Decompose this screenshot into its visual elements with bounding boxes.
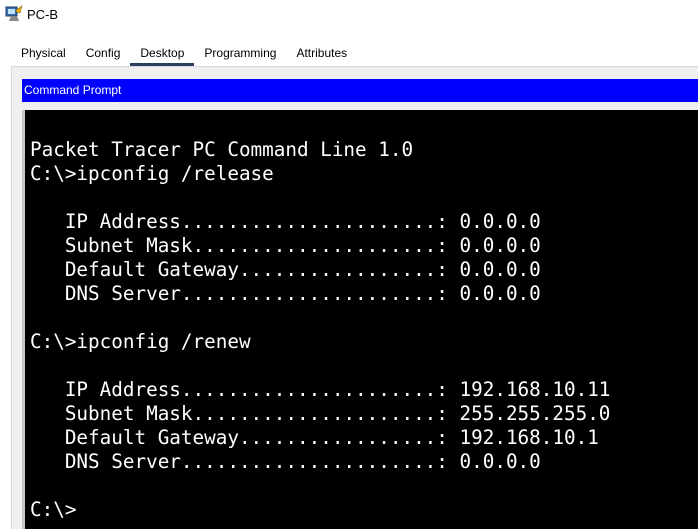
terminal-line: Default Gateway.................: 0.0.0.… xyxy=(30,258,541,281)
terminal-line: IP Address......................: 192.16… xyxy=(30,378,611,401)
window-title: PC-B xyxy=(27,7,59,22)
terminal-output: Packet Tracer PC Command Line 1.0 C:\>ip… xyxy=(30,138,610,522)
terminal-line: Default Gateway.................: 192.16… xyxy=(30,426,599,449)
terminal-line: DNS Server......................: 0.0.0.… xyxy=(30,450,541,473)
pc-terminal-icon xyxy=(5,5,23,23)
pc-b-window: PC-B Physical Config Desktop Programming… xyxy=(0,0,698,529)
terminal-line: Subnet Mask.....................: 255.25… xyxy=(30,402,611,425)
tab-desktop[interactable]: Desktop xyxy=(130,40,195,66)
tab-strip: Physical Config Desktop Programming Attr… xyxy=(11,40,398,66)
terminal-line: DNS Server......................: 0.0.0.… xyxy=(30,282,541,305)
command-prompt-terminal[interactable]: Packet Tracer PC Command Line 1.0 C:\>ip… xyxy=(22,110,698,529)
command-prompt-title: Command Prompt xyxy=(24,83,122,97)
terminal-line: IP Address......................: 0.0.0.… xyxy=(30,210,541,233)
tab-physical[interactable]: Physical xyxy=(11,40,76,66)
terminal-line: Packet Tracer PC Command Line 1.0 xyxy=(30,138,414,161)
tab-config[interactable]: Config xyxy=(76,40,131,66)
terminal-line: C:\>ipconfig /renew xyxy=(30,330,251,353)
tab-attributes[interactable]: Attributes xyxy=(286,40,357,66)
title-bar: PC-B xyxy=(0,0,698,30)
terminal-line: Subnet Mask.....................: 0.0.0.… xyxy=(30,234,541,257)
command-prompt-header: Command Prompt xyxy=(22,79,698,102)
terminal-prompt-line[interactable]: C:\> xyxy=(30,498,610,522)
tab-programming[interactable]: Programming xyxy=(194,40,286,66)
terminal-line: C:\>ipconfig /release xyxy=(30,162,274,185)
